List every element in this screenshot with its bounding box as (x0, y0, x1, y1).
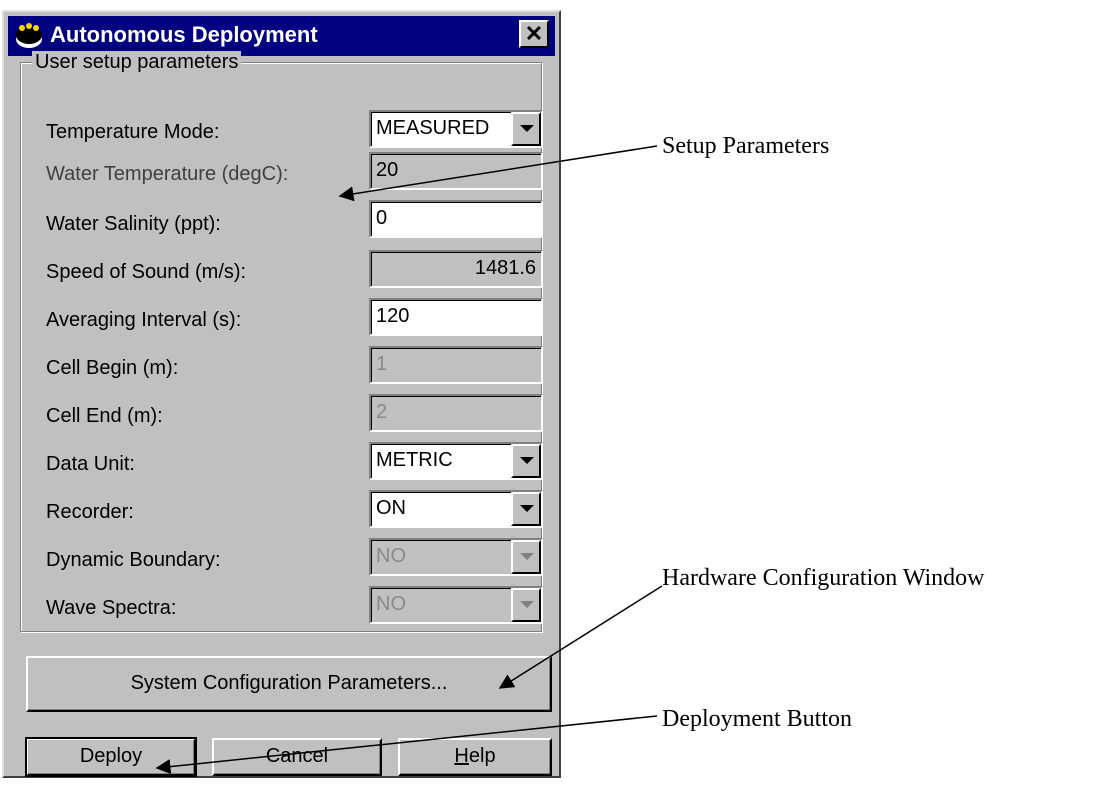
setup-arrow (338, 145, 658, 202)
annotation-arrows (155, 145, 663, 775)
hardware-arrow (498, 585, 663, 689)
deployment-arrow (155, 715, 658, 775)
